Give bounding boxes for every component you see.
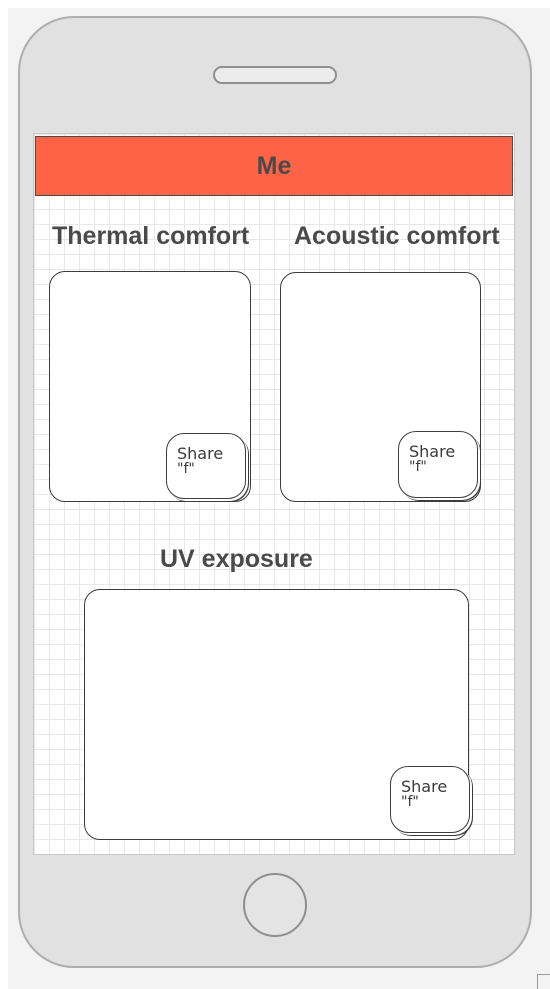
share-facebook-label: "f" [409, 459, 427, 475]
uv-exposure-title: UV exposure [160, 545, 313, 573]
phone-speaker [213, 66, 337, 84]
uv-share-button[interactable]: Share "f" [390, 766, 470, 833]
header-title: Me [256, 151, 292, 180]
acoustic-comfort-card[interactable]: Share "f" [280, 272, 481, 502]
thermal-share-button[interactable]: Share "f" [166, 433, 246, 499]
thermal-comfort-title: Thermal comfort [52, 222, 250, 250]
share-label: Share [177, 444, 224, 463]
share-label: Share [401, 777, 448, 796]
uv-exposure-card[interactable]: Share "f" [84, 589, 470, 840]
app-header: Me [35, 136, 513, 196]
home-button[interactable] [243, 873, 307, 937]
share-facebook-label: "f" [401, 794, 419, 810]
acoustic-comfort-title: Acoustic comfort [294, 222, 500, 250]
resize-handle[interactable] [537, 974, 550, 989]
share-facebook-label: "f" [177, 461, 195, 477]
canvas: Me Thermal comfort Share "f" Acoustic co… [0, 0, 550, 989]
acoustic-share-button[interactable]: Share "f" [398, 431, 478, 498]
thermal-comfort-card[interactable]: Share "f" [49, 271, 251, 502]
share-label: Share [409, 442, 456, 461]
phone-screen: Me Thermal comfort Share "f" Acoustic co… [33, 133, 515, 855]
